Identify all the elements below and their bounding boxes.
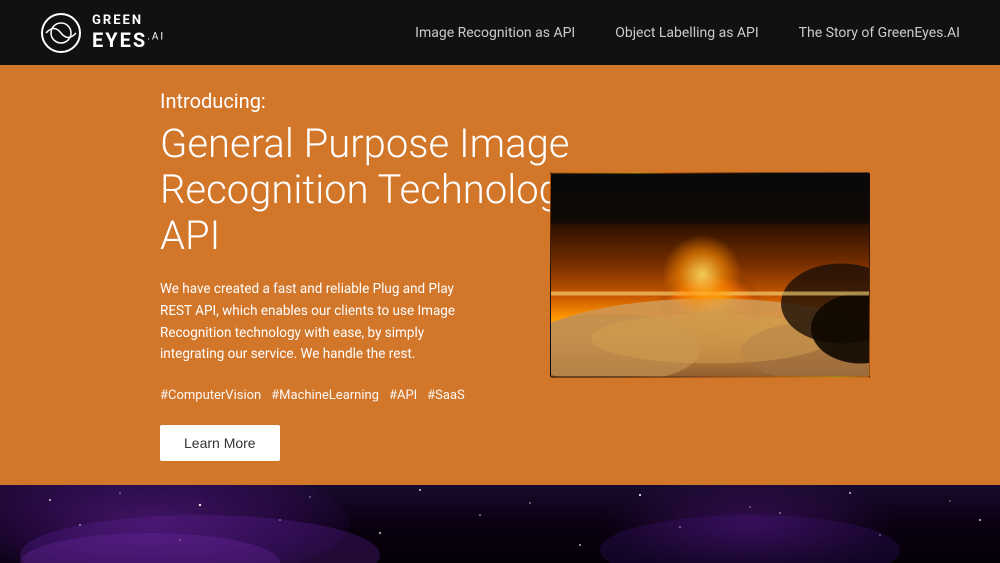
hero-image (550, 173, 870, 378)
hero-description: We have created a fast and reliable Plug… (160, 279, 470, 365)
hero-section: Introducing: General Purpose Image Recog… (0, 65, 1000, 485)
nav-image-recognition[interactable]: Image Recognition as API (415, 25, 575, 41)
logo-eyes: EYES.AI (92, 29, 165, 51)
learn-more-button[interactable]: Learn More (160, 425, 280, 461)
tag-computer-vision[interactable]: #ComputerVision (160, 388, 261, 403)
introducing-label: Introducing: (160, 89, 640, 113)
logo-text: GREEN EYES.AI (92, 14, 165, 50)
bottom-section (0, 485, 1000, 563)
nav-links: Image Recognition as API Object Labellin… (415, 25, 960, 41)
greeneyes-logo-icon (40, 12, 82, 54)
nav-object-labelling[interactable]: Object Labelling as API (615, 25, 758, 41)
hero-image-wrapper (550, 173, 870, 378)
hero-tags: #ComputerVision #MachineLearning #API #S… (160, 384, 640, 403)
tag-saas[interactable]: #SaaS (427, 388, 465, 403)
tag-api[interactable]: #API (389, 388, 417, 403)
navbar: GREEN EYES.AI Image Recognition as API O… (0, 0, 1000, 65)
nav-story[interactable]: The Story of GreenEyes.AI (799, 25, 960, 41)
logo[interactable]: GREEN EYES.AI (40, 12, 165, 54)
logo-green: GREEN (92, 14, 165, 28)
stars-background (0, 485, 1000, 563)
tag-machine-learning[interactable]: #MachineLearning (271, 388, 379, 403)
